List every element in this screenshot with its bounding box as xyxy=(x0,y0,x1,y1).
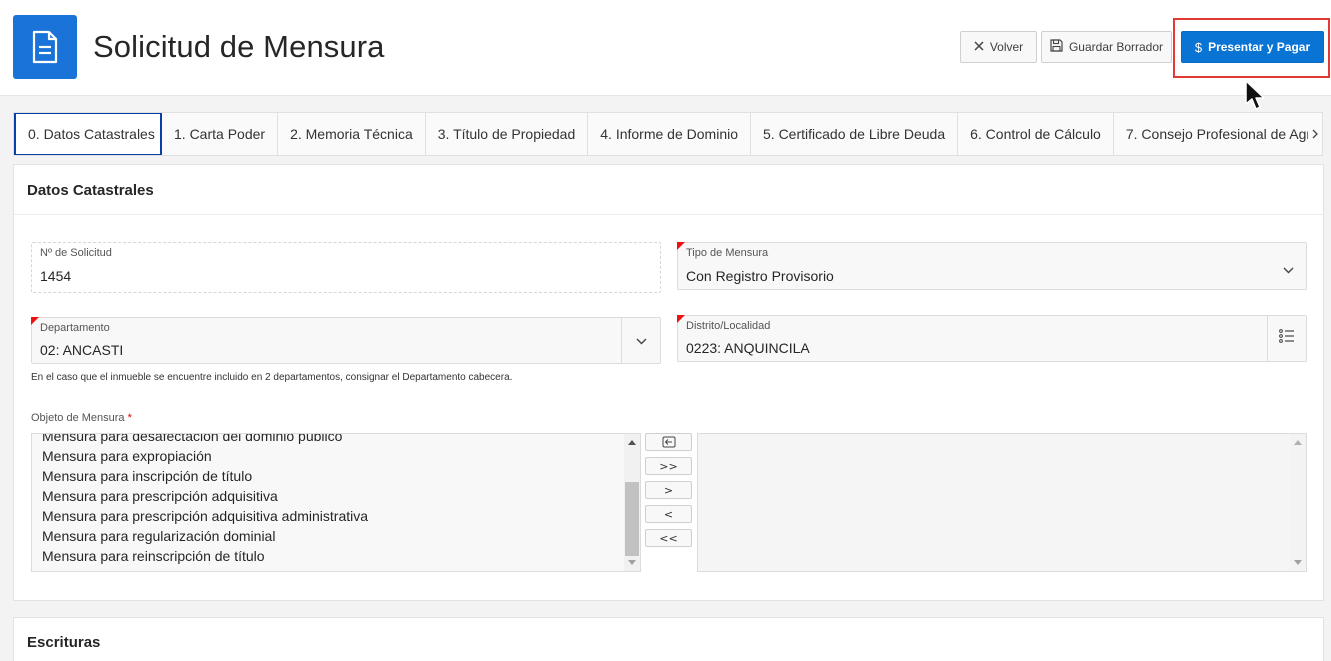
chevron-down-icon xyxy=(1283,261,1294,279)
list-icon xyxy=(1279,329,1295,348)
solicitud-label: Nº de Solicitud xyxy=(40,247,112,259)
close-icon xyxy=(974,40,984,54)
list-item[interactable]: Mensura para inscripción de título xyxy=(42,466,368,486)
tab-certificado-libre-deuda[interactable]: 5. Certificado de Libre Deuda xyxy=(751,113,959,155)
page-header: Solicitud de Mensura Volver Guardar Borr… xyxy=(0,0,1331,110)
required-marker xyxy=(677,242,685,250)
save-icon xyxy=(1050,39,1063,55)
escrituras-region: Escrituras xyxy=(13,617,1324,661)
wizard-tabs: 0. Datos Catastrales 1. Carta Poder 2. M… xyxy=(13,112,1323,156)
page-title: Solicitud de Mensura xyxy=(93,29,385,64)
scroll-down-icon[interactable] xyxy=(1294,560,1302,565)
distrito-localidad-label: Distrito/Localidad xyxy=(686,320,771,332)
list-item[interactable]: Mensura para reinscripción de título xyxy=(42,546,368,566)
presentar-y-pagar-button[interactable]: $ Presentar y Pagar xyxy=(1181,31,1324,63)
departamento-dropdown-button[interactable] xyxy=(621,318,660,363)
departamento-value: 02: ANCASTI xyxy=(40,342,124,358)
guardar-label: Guardar Borrador xyxy=(1068,40,1164,54)
objeto-mensura-available-list[interactable]: Mensura para desafectación del dominio p… xyxy=(31,433,641,572)
document-icon xyxy=(13,15,77,79)
distrito-lov-button[interactable] xyxy=(1267,316,1306,361)
objeto-mensura-selected-list[interactable] xyxy=(697,433,1307,572)
required-marker xyxy=(677,315,685,323)
dollar-icon: $ xyxy=(1194,39,1203,55)
departamento-label: Departamento xyxy=(40,322,110,334)
volver-button[interactable]: Volver xyxy=(960,31,1037,63)
scroll-down-icon[interactable] xyxy=(628,560,636,565)
list-item[interactable]: Mensura para prescripción adquisitiva ad… xyxy=(42,506,368,526)
required-asterisk: * xyxy=(127,412,132,424)
region-title: Escrituras xyxy=(27,634,101,651)
page: Solicitud de Mensura Volver Guardar Borr… xyxy=(0,0,1331,661)
region-title: Datos Catastrales xyxy=(27,182,154,199)
tab-control-calculo[interactable]: 6. Control de Cálculo xyxy=(958,113,1114,155)
tipo-mensura-label: Tipo de Mensura xyxy=(686,247,769,259)
tab-informe-dominio[interactable]: 4. Informe de Dominio xyxy=(588,113,751,155)
departamento-help-text: En el caso que el inmueble se encuentre … xyxy=(31,372,513,383)
tab-carta-poder[interactable]: 1. Carta Poder xyxy=(162,113,279,155)
remove-button[interactable]: < xyxy=(645,505,692,523)
reset-button[interactable] xyxy=(645,433,692,451)
list-item[interactable]: Mensura para prescripción adquisitiva xyxy=(42,486,368,506)
tab-consejo-profesional[interactable]: 7. Consejo Profesional de Agrimensores xyxy=(1114,113,1312,155)
move-button[interactable]: > xyxy=(645,481,692,499)
objeto-mensura-label: Objeto de Mensura * xyxy=(31,412,132,424)
undo-icon xyxy=(662,436,675,448)
scrollbar-thumb[interactable] xyxy=(625,482,639,556)
departamento-select[interactable]: Departamento 02: ANCASTI xyxy=(31,317,661,364)
distrito-localidad-field[interactable]: Distrito/Localidad 0223: ANQUINCILA xyxy=(677,315,1307,362)
list-items: Mensura para desafectación del dominio p… xyxy=(42,434,368,566)
remove-all-button[interactable]: << xyxy=(645,529,692,547)
scrollbar[interactable] xyxy=(624,434,640,571)
required-marker xyxy=(31,317,39,325)
tab-datos-catastrales[interactable]: 0. Datos Catastrales xyxy=(14,113,162,155)
tipo-mensura-select[interactable]: Tipo de Mensura Con Registro Provisorio xyxy=(677,242,1307,290)
datos-catastrales-region: Datos Catastrales Nº de Solicitud 1454 T… xyxy=(13,164,1324,601)
solicitud-field: Nº de Solicitud 1454 xyxy=(31,242,661,293)
solicitud-value: 1454 xyxy=(40,268,72,284)
volver-label: Volver xyxy=(989,40,1024,54)
pagar-label: Presentar y Pagar xyxy=(1208,40,1311,54)
scroll-up-icon[interactable] xyxy=(1294,440,1302,445)
objeto-mensura-label-text: Objeto de Mensura xyxy=(31,412,125,424)
tab-titulo-propiedad[interactable]: 3. Título de Propiedad xyxy=(426,113,589,155)
scroll-up-icon[interactable] xyxy=(628,440,636,445)
list-item[interactable]: Mensura para desafectación del dominio p… xyxy=(42,434,368,446)
scrollbar[interactable] xyxy=(1290,434,1306,571)
tab-memoria-tecnica[interactable]: 2. Memoria Técnica xyxy=(278,113,426,155)
divider xyxy=(14,214,1323,215)
distrito-localidad-value: 0223: ANQUINCILA xyxy=(686,340,810,356)
list-item[interactable]: Mensura para regularización dominial xyxy=(42,526,368,546)
guardar-borrador-button[interactable]: Guardar Borrador xyxy=(1041,31,1172,63)
move-all-button[interactable]: >> xyxy=(645,457,692,475)
chevron-right-icon[interactable] xyxy=(1308,113,1322,155)
tipo-mensura-value: Con Registro Provisorio xyxy=(686,268,834,284)
list-item[interactable]: Mensura para expropiación xyxy=(42,446,368,466)
chevron-down-icon xyxy=(636,332,647,350)
